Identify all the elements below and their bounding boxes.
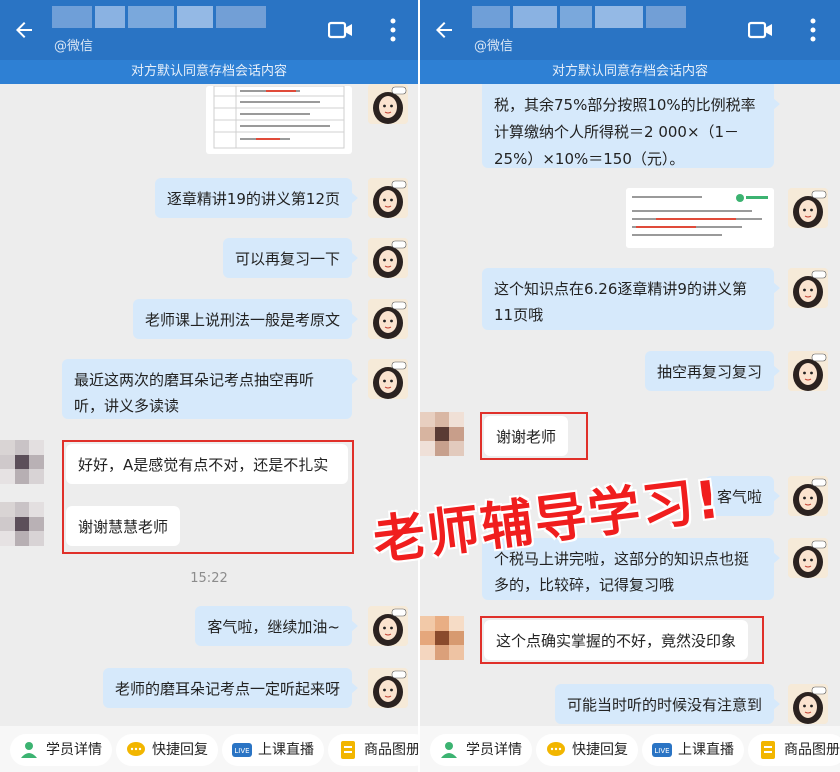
chat-message: 逐章精讲19的讲义第12页 <box>154 178 359 218</box>
chat-message: 老师的磨耳朵记考点一定听起来呀 <box>102 668 359 708</box>
person-icon <box>21 742 37 758</box>
chat-header: @微信 <box>0 0 418 60</box>
archive-notice: 对方默认同意存档会话内容 <box>0 60 418 84</box>
teacher-avatar[interactable] <box>368 359 408 399</box>
quick-action-bar: 学员详情 快捷回复 LIVE 上课直播 商品图册 <box>0 726 418 772</box>
wechat-tag: @微信 <box>474 39 514 54</box>
chat-message: 抽空再复习复习 <box>644 351 781 391</box>
student-avatar-blurred[interactable] <box>420 412 464 456</box>
chat-panel-right: @微信 对方默认同意存档会话内容 税，其余75%部分按照10%的比例税率计算缴纳… <box>420 0 840 772</box>
chat-message: 这个知识点在6.26逐章精讲9的讲义第11页哦 <box>482 268 780 330</box>
live-class-button[interactable]: LIVE 上课直播 <box>222 734 324 766</box>
timestamp: 15:22 <box>190 571 228 586</box>
chat-header: @微信 <box>420 0 840 60</box>
quick-action-bar: 学员详情 快捷回复 LIVE 上课直播 商品图册 <box>420 726 840 772</box>
chat-bubble-icon <box>127 742 145 756</box>
chat-message: 谢谢慧慧老师 <box>66 506 181 546</box>
back-arrow-icon[interactable] <box>12 18 36 42</box>
teacher-avatar[interactable] <box>368 668 408 708</box>
svg-text:LIVE: LIVE <box>654 747 669 755</box>
document-image-message[interactable] <box>206 86 352 154</box>
live-icon: LIVE <box>652 743 672 757</box>
more-icon[interactable] <box>390 17 396 43</box>
chat-message: 这个点确实掌握的不好，竟然没印象 <box>484 620 749 660</box>
student-avatar-blurred[interactable] <box>420 616 464 660</box>
chat-message: 税，其余75%部分按照10%的比例税率计算缴纳个人所得税＝2 000×（1－25… <box>482 84 780 168</box>
chat-panel-left: @微信 对方默认同意存档会话内容 逐章精讲19的讲义第12页 可以再复习一下 老… <box>0 0 418 772</box>
video-call-icon[interactable] <box>748 21 774 39</box>
product-catalog-button[interactable]: 商品图册 <box>328 734 418 766</box>
teacher-avatar[interactable] <box>788 268 828 308</box>
more-icon[interactable] <box>810 17 816 43</box>
video-call-icon[interactable] <box>328 21 354 39</box>
document-image-message[interactable] <box>626 188 774 248</box>
chat-message: 老师课上说刑法一般是考原文 <box>132 299 359 339</box>
chat-message: 谢谢老师 <box>484 416 569 456</box>
teacher-avatar[interactable] <box>368 178 408 218</box>
teacher-avatar[interactable] <box>788 351 828 391</box>
student-details-button[interactable]: 学员详情 <box>10 734 112 766</box>
svg-text:LIVE: LIVE <box>234 747 249 755</box>
contact-name-blurred <box>472 6 692 32</box>
teacher-avatar[interactable] <box>368 299 408 339</box>
chat-message: 好好，A是感觉有点不对，还是不扎实 <box>66 444 348 484</box>
chat-message: 最近这两次的磨耳朵记考点抽空再听听，讲义多读读 <box>62 359 358 419</box>
chat-bubble-icon <box>547 742 565 756</box>
catalog-icon <box>341 741 355 759</box>
teacher-avatar[interactable] <box>368 238 408 278</box>
teacher-avatar[interactable] <box>368 606 408 646</box>
quick-reply-button[interactable]: 快捷回复 <box>116 734 218 766</box>
catalog-icon <box>761 741 775 759</box>
teacher-avatar[interactable] <box>788 476 828 516</box>
teacher-avatar[interactable] <box>788 188 828 228</box>
teacher-avatar[interactable] <box>368 84 408 124</box>
archive-notice: 对方默认同意存档会话内容 <box>420 60 840 84</box>
teacher-avatar[interactable] <box>788 684 828 724</box>
product-catalog-button[interactable]: 商品图册 <box>748 734 840 766</box>
live-class-button[interactable]: LIVE 上课直播 <box>642 734 744 766</box>
chat-message: 客气啦，继续加油~ <box>195 606 358 646</box>
wechat-tag: @微信 <box>54 39 94 54</box>
contact-name-blurred <box>52 6 272 32</box>
quick-reply-button[interactable]: 快捷回复 <box>536 734 638 766</box>
back-arrow-icon[interactable] <box>432 18 456 42</box>
person-icon <box>441 742 457 758</box>
chat-message: 可以再复习一下 <box>222 238 359 278</box>
student-avatar-blurred[interactable] <box>0 502 44 546</box>
student-details-button[interactable]: 学员详情 <box>430 734 532 766</box>
student-avatar-blurred[interactable] <box>0 440 44 484</box>
chat-message: 可能当时听的时候没有注意到 <box>554 684 781 724</box>
live-icon: LIVE <box>232 743 252 757</box>
teacher-avatar[interactable] <box>788 538 828 578</box>
